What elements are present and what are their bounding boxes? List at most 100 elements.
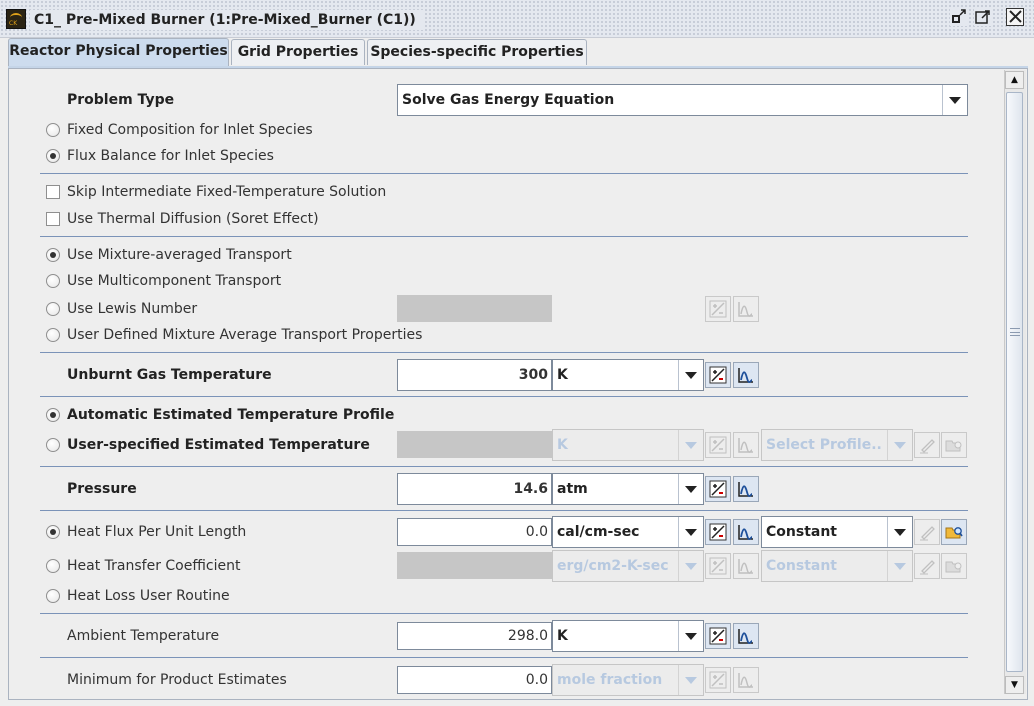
heat-transfer-unit-select[interactable]: erg/cm2-K-sec: [552, 550, 704, 582]
chevron-down-icon[interactable]: [678, 621, 703, 651]
chevron-down-icon[interactable]: [887, 430, 912, 460]
chevron-down-icon[interactable]: [678, 517, 703, 547]
user-defined-transport-label: User Defined Mixture Average Transport P…: [67, 327, 423, 343]
user-specified-unit-select[interactable]: K: [552, 429, 704, 461]
ambient-temperature-input[interactable]: 298.0: [397, 622, 552, 650]
profile-plot-icon[interactable]: [733, 519, 759, 545]
radio-user-specified-temperature[interactable]: [46, 438, 60, 452]
heat-transfer-profile-value: Constant: [766, 558, 837, 574]
unburnt-gas-unit-value: K: [557, 367, 568, 383]
pressure-label: Pressure: [67, 481, 137, 497]
edit-parameter-icon[interactable]: [705, 476, 731, 502]
temperature-profile-value: Select Profile..: [766, 437, 882, 453]
section-divider: [40, 352, 968, 353]
section-divider: [40, 510, 968, 511]
edit-parameter-icon[interactable]: [705, 623, 731, 649]
profile-plot-icon[interactable]: [733, 476, 759, 502]
radio-multicomponent[interactable]: [46, 274, 60, 288]
heat-flux-input[interactable]: 0.0: [397, 518, 552, 546]
section-divider: [40, 466, 968, 467]
chevron-down-icon[interactable]: [678, 474, 703, 504]
scroll-up-icon[interactable]: ▲: [1005, 71, 1024, 89]
profile-plot-icon[interactable]: [733, 296, 759, 322]
chevron-down-icon[interactable]: [678, 551, 703, 581]
heat-loss-user-routine-label: Heat Loss User Routine: [67, 588, 230, 604]
radio-fixed-composition[interactable]: [46, 123, 60, 137]
chevron-down-icon[interactable]: [678, 665, 703, 695]
heat-transfer-profile-select[interactable]: Constant: [761, 550, 913, 582]
folder-search-icon[interactable]: [941, 519, 967, 545]
edit-parameter-icon[interactable]: [705, 553, 731, 579]
pencil-icon[interactable]: [914, 553, 940, 579]
app-logo-icon: [6, 9, 26, 29]
mixture-averaged-label: Use Mixture-averaged Transport: [67, 247, 292, 263]
tab-reactor-physical-properties[interactable]: Reactor Physical Properties: [8, 38, 229, 67]
edit-parameter-icon[interactable]: [705, 432, 731, 458]
radio-user-defined-transport[interactable]: [46, 328, 60, 342]
profile-plot-icon[interactable]: [733, 362, 759, 388]
heat-flux-unit-select[interactable]: cal/cm-sec: [552, 516, 704, 548]
heat-transfer-coefficient-input[interactable]: [397, 552, 552, 579]
chevron-down-icon[interactable]: [678, 360, 703, 390]
pencil-icon[interactable]: [914, 432, 940, 458]
pressure-unit-select[interactable]: atm: [552, 473, 704, 505]
problem-type-select[interactable]: Solve Gas Energy Equation: [397, 84, 968, 116]
edit-parameter-icon[interactable]: [705, 296, 731, 322]
user-specified-temperature-label: User-specified Estimated Temperature: [67, 437, 370, 453]
thermal-diffusion-checkbox[interactable]: [46, 212, 60, 226]
pencil-icon[interactable]: [914, 519, 940, 545]
ambient-unit-select[interactable]: K: [552, 620, 704, 652]
ambient-temperature-label: Ambient Temperature: [67, 628, 220, 644]
heat-flux-profile-value: Constant: [766, 524, 837, 540]
radio-heat-loss-user-routine[interactable]: [46, 589, 60, 603]
tab-grid-properties[interactable]: Grid Properties: [231, 39, 365, 65]
user-specified-temperature-input[interactable]: [397, 431, 552, 458]
min-product-label: Minimum for Product Estimates: [67, 672, 287, 688]
scroll-down-icon[interactable]: ▼: [1005, 676, 1024, 694]
pressure-input[interactable]: 14.6: [397, 473, 552, 505]
min-product-input[interactable]: 0.0: [397, 666, 552, 694]
scrollbar-grip-icon: [1010, 328, 1020, 336]
radio-heat-transfer-coefficient[interactable]: [46, 559, 60, 573]
folder-search-icon[interactable]: [941, 553, 967, 579]
restore-icon[interactable]: [950, 8, 968, 26]
section-divider: [40, 396, 968, 397]
skip-intermediate-checkbox[interactable]: [46, 185, 60, 199]
edit-parameter-icon[interactable]: [705, 667, 731, 693]
radio-flux-balance[interactable]: [46, 149, 60, 163]
lewis-number-input[interactable]: [397, 295, 552, 322]
maximize-icon[interactable]: [974, 8, 992, 26]
chevron-down-icon[interactable]: [942, 85, 967, 115]
chevron-down-icon[interactable]: [887, 517, 912, 547]
close-icon[interactable]: [1006, 8, 1024, 26]
unburnt-gas-temperature-input[interactable]: 300: [397, 359, 552, 391]
profile-plot-icon[interactable]: [733, 432, 759, 458]
profile-plot-icon[interactable]: [733, 667, 759, 693]
radio-lewis-number[interactable]: [46, 302, 60, 316]
section-divider: [40, 236, 968, 237]
radio-mixture-averaged[interactable]: [46, 248, 60, 262]
automatic-temperature-profile-label: Automatic Estimated Temperature Profile: [67, 407, 395, 423]
unburnt-gas-unit-select[interactable]: K: [552, 359, 704, 391]
chevron-down-icon[interactable]: [887, 551, 912, 581]
radio-automatic-temperature-profile[interactable]: [46, 408, 60, 422]
section-divider: [40, 657, 968, 658]
profile-plot-icon[interactable]: [733, 553, 759, 579]
edit-parameter-icon[interactable]: [705, 519, 731, 545]
window-title: C1_ Pre-Mixed Burner (1:Pre-Mixed_Burner…: [30, 10, 424, 30]
scrollbar-thumb[interactable]: [1006, 92, 1023, 672]
radio-heat-flux[interactable]: [46, 525, 60, 539]
heat-flux-profile-select[interactable]: Constant: [761, 516, 913, 548]
tab-species-specific-properties[interactable]: Species-specific Properties: [367, 39, 587, 65]
problem-type-value: Solve Gas Energy Equation: [402, 92, 615, 108]
chevron-down-icon[interactable]: [678, 430, 703, 460]
min-product-unit-select[interactable]: mole fraction: [552, 664, 704, 696]
heat-flux-unit-value: cal/cm-sec: [557, 524, 640, 540]
folder-search-icon[interactable]: [941, 432, 967, 458]
profile-plot-icon[interactable]: [733, 623, 759, 649]
temperature-profile-select[interactable]: Select Profile..: [761, 429, 913, 461]
lewis-number-label: Use Lewis Number: [67, 301, 198, 317]
heat-transfer-unit-value: erg/cm2-K-sec: [557, 558, 669, 574]
problem-type-label: Problem Type: [67, 92, 175, 108]
edit-parameter-icon[interactable]: [705, 362, 731, 388]
